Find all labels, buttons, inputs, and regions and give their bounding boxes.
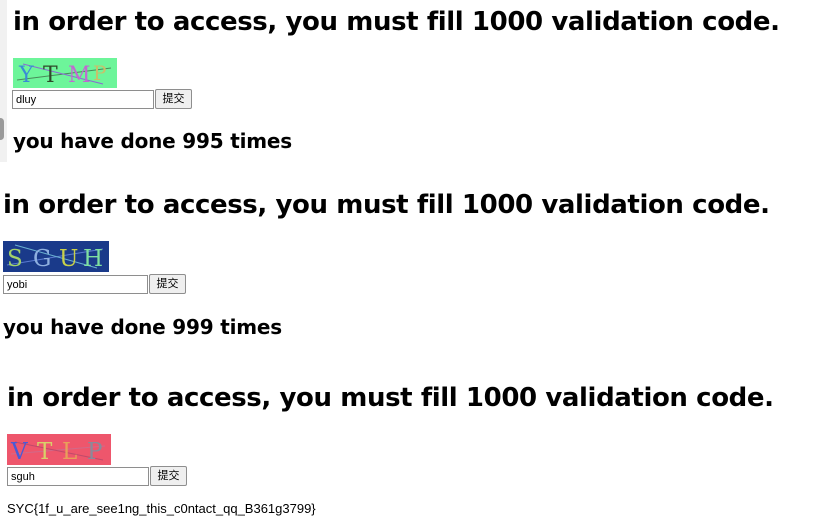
page-heading: in order to access, you must fill 1000 v… [7,383,774,413]
page-heading: in order to access, you must fill 1000 v… [3,190,770,220]
validation-panel-3: in order to access, you must fill 1000 v… [0,373,832,531]
submit-button[interactable]: 提交 [150,466,187,486]
submit-button[interactable]: 提交 [149,274,186,294]
captcha-letter-4: H [83,246,103,272]
captcha-letter-2: T [43,63,58,88]
captcha-letter-3: U [59,246,78,272]
captcha-svg: S G U H [3,241,109,272]
captcha-letter-2: G [33,246,51,272]
captcha-letter-1: Y [18,63,34,88]
captcha-svg: V T L P [7,434,111,465]
captcha-svg: Y T M P [13,58,117,88]
page-heading: in order to access, you must fill 1000 v… [13,7,780,37]
captcha-letter-3: L [62,439,77,465]
left-scroll-knob[interactable] [0,118,4,140]
captcha-letter-1: V [10,439,28,465]
validation-code-input[interactable] [12,90,154,109]
captcha-image: Y T M P [13,58,117,88]
validation-code-input[interactable] [7,467,149,486]
progress-status: you have done 995 times [13,129,292,153]
captcha-image: S G U H [3,241,109,272]
validation-panel-1: in order to access, you must fill 1000 v… [0,0,832,165]
captcha-letter-3: M [68,63,91,88]
submit-button[interactable]: 提交 [155,89,192,109]
captcha-letter-4: P [87,439,102,465]
flag-text: SYC{1f_u_are_see1ng_this_c0ntact_qq_B361… [7,501,316,516]
captcha-letter-1: S [7,246,23,272]
captcha-image: V T L P [7,434,111,465]
captcha-letter-4: P [93,61,106,85]
progress-status: you have done 999 times [3,315,282,339]
validation-panel-2: in order to access, you must fill 1000 v… [0,183,832,343]
captcha-letter-2: T [37,439,53,465]
validation-code-input[interactable] [3,275,148,294]
